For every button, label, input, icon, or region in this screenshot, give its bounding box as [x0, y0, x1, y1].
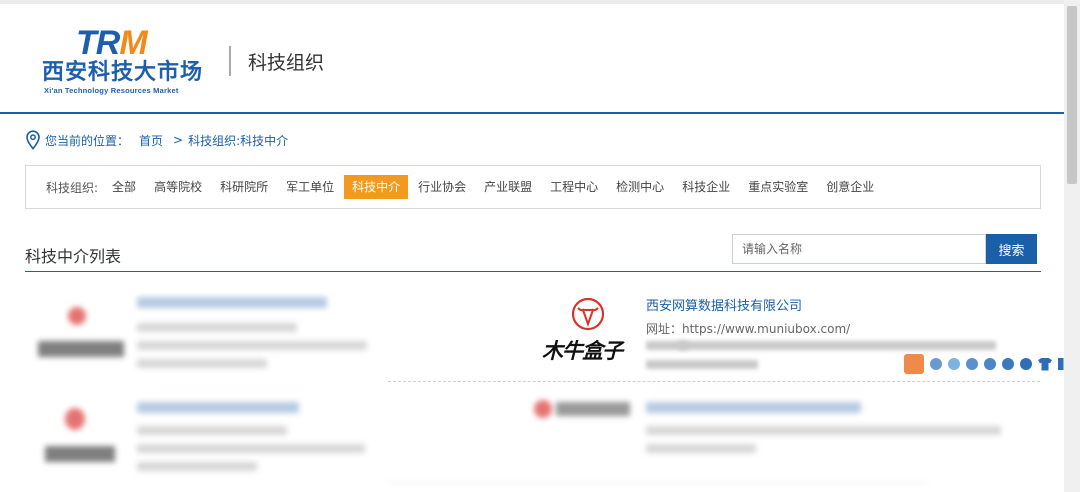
share-toolbar [904, 353, 1064, 375]
text-placeholder [137, 359, 267, 368]
org-logo [35, 402, 135, 472]
item-divider [388, 482, 928, 483]
category-filter-bar: 科技组织: 全部 高等院校 科研院所 军工单位 科技中介 行业协会 产业联盟 工… [25, 165, 1041, 209]
site-logo[interactable]: TRM 西安科技大市场 Xi'an Technology Resources M… [42, 26, 214, 96]
list-item[interactable] [25, 394, 390, 484]
text-placeholder [137, 462, 257, 471]
filter-item-universities[interactable]: 高等院校 [146, 175, 210, 199]
breadcrumb-separator: > [173, 133, 184, 147]
breadcrumb-home-link[interactable]: 首页 [139, 132, 163, 149]
share-icon[interactable] [1020, 358, 1032, 370]
share-icon[interactable] [1002, 358, 1014, 370]
list-title: 科技中介列表 [25, 247, 122, 266]
share-icon[interactable] [966, 358, 978, 370]
shirt-icon[interactable] [1038, 357, 1052, 371]
org-name-placeholder [137, 402, 299, 413]
share-icon[interactable] [948, 358, 960, 370]
org-logo: 木牛盒子 [538, 297, 638, 363]
search-button[interactable]: 搜索 [986, 234, 1037, 264]
list-item[interactable] [25, 287, 390, 377]
org-name-link[interactable]: 西安网算数据科技有限公司 [646, 295, 802, 314]
filter-item-key-laboratories[interactable]: 重点实验室 [740, 175, 816, 199]
vertical-scrollbar[interactable] [1064, 0, 1080, 492]
text-placeholder [646, 426, 1001, 435]
share-icon[interactable] [930, 358, 942, 370]
text-placeholder [646, 444, 756, 453]
filter-item-tech-enterprises[interactable]: 科技企业 [674, 175, 738, 199]
filter-item-industry-associations[interactable]: 行业协会 [410, 175, 474, 199]
text-placeholder [678, 341, 996, 350]
text-placeholder [137, 426, 287, 435]
org-name-placeholder [137, 297, 327, 308]
org-website: 网址：https://www.muniubox.com/ [646, 322, 851, 336]
org-logo [30, 297, 130, 367]
org-name-placeholder [646, 402, 861, 413]
filter-item-research-institutes[interactable]: 科研院所 [212, 175, 276, 199]
text-placeholder [137, 341, 367, 350]
org-logo [532, 396, 632, 466]
logo-mark: TRM [76, 24, 148, 62]
search-input[interactable] [732, 234, 986, 264]
location-pin-icon [26, 130, 40, 150]
scrollbar-thumb[interactable] [1067, 6, 1077, 184]
filter-item-all[interactable]: 全部 [104, 175, 144, 199]
bull-head-icon [571, 297, 605, 331]
section-title: 科技组织 [248, 52, 325, 74]
filter-item-creative-enterprises[interactable]: 创意企业 [818, 175, 882, 199]
breadcrumb-current[interactable]: 科技组织:科技中介 [188, 132, 288, 149]
page: TRM 西安科技大市场 Xi'an Technology Resources M… [0, 4, 1064, 492]
header-divider [229, 46, 231, 76]
featured-logo-text: 木牛盒子 [542, 339, 623, 363]
item-divider [388, 381, 1040, 382]
filter-item-engineering-centers[interactable]: 工程中心 [542, 175, 606, 199]
list-item[interactable] [388, 394, 1040, 484]
filter-item-military-units[interactable]: 军工单位 [278, 175, 342, 199]
site-header: TRM 西安科技大市场 Xi'an Technology Resources M… [0, 4, 1064, 114]
filter-item-testing-centers[interactable]: 检测中心 [608, 175, 672, 199]
filter-label: 科技组织: [46, 180, 99, 195]
list-divider [25, 271, 1041, 272]
share-icon[interactable] [984, 358, 996, 370]
share-weibo-icon[interactable] [904, 354, 924, 374]
logo-chinese-name: 西安科技大市场 [42, 60, 204, 85]
breadcrumb-label: 您当前的位置： [45, 133, 130, 148]
text-placeholder [137, 444, 365, 453]
logo-english-name: Xi'an Technology Resources Market [44, 86, 179, 95]
text-placeholder [137, 323, 297, 332]
text-placeholder [646, 360, 758, 369]
breadcrumb: 您当前的位置： 首页 > 科技组织:科技中介 [25, 130, 288, 150]
filter-item-industry-alliances[interactable]: 产业联盟 [476, 175, 540, 199]
filter-item-tech-intermediary[interactable]: 科技中介 [344, 175, 409, 199]
